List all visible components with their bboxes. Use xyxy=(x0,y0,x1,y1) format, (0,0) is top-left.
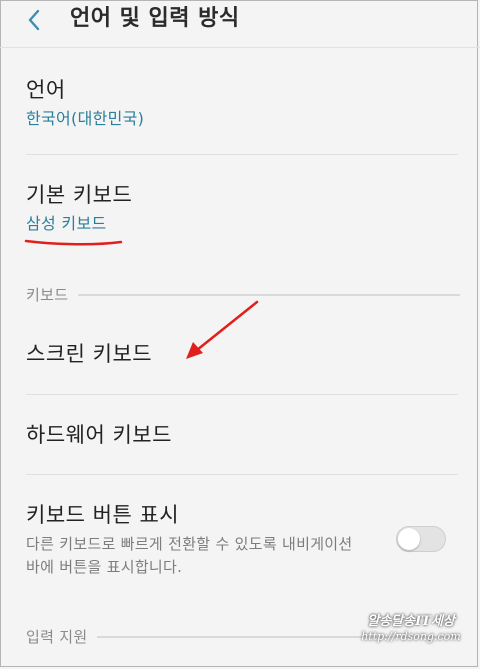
red-underline-annotation xyxy=(24,239,123,246)
hardware-keyboard-setting[interactable]: 하드웨어 키보드 xyxy=(26,421,458,449)
keyboard-section-header: 키보드 xyxy=(26,285,460,305)
default-keyboard-title: 기본 키보드 xyxy=(26,183,133,207)
default-keyboard-setting[interactable]: 기본 키보드 삼성 키보드 xyxy=(26,181,458,235)
language-value: 한국어(대한민국) xyxy=(26,109,145,128)
divider xyxy=(26,154,458,155)
keyboard-button-description: 다른 키보드로 빠르게 전환할 수 있도록 내비게이션 바에 버튼을 표시합니다… xyxy=(26,535,353,576)
screen-keyboard-title: 스크린 키보드 xyxy=(26,342,153,366)
default-keyboard-value: 삼성 키보드 xyxy=(26,214,107,233)
section-divider-line xyxy=(97,636,460,638)
input-assist-section-label: 입력 지원 xyxy=(26,628,88,646)
back-button[interactable] xyxy=(18,4,50,36)
keyboard-section-label: 키보드 xyxy=(26,286,69,304)
page-title: 언어 및 입력 방식 xyxy=(70,6,240,31)
divider xyxy=(26,394,458,395)
app-bar: 언어 및 입력 방식 xyxy=(0,0,480,48)
keyboard-button-setting[interactable]: 키보드 버튼 표시 다른 키보드로 빠르게 전환할 수 있도록 내비게이션 바에… xyxy=(26,501,458,579)
toggle-knob xyxy=(398,528,420,550)
keyboard-button-title: 키보드 버튼 표시 xyxy=(26,503,180,527)
section-divider-line xyxy=(78,294,460,296)
chevron-left-icon xyxy=(28,9,40,31)
screen-keyboard-setting[interactable]: 스크린 키보드 xyxy=(26,340,458,368)
language-title: 언어 xyxy=(26,78,66,102)
keyboard-button-toggle[interactable] xyxy=(396,526,446,552)
divider xyxy=(26,474,458,475)
language-setting[interactable]: 언어 한국어(대한민국) xyxy=(26,76,458,130)
hardware-keyboard-title: 하드웨어 키보드 xyxy=(26,423,172,447)
input-assist-section-header: 입력 지원 xyxy=(26,627,460,647)
